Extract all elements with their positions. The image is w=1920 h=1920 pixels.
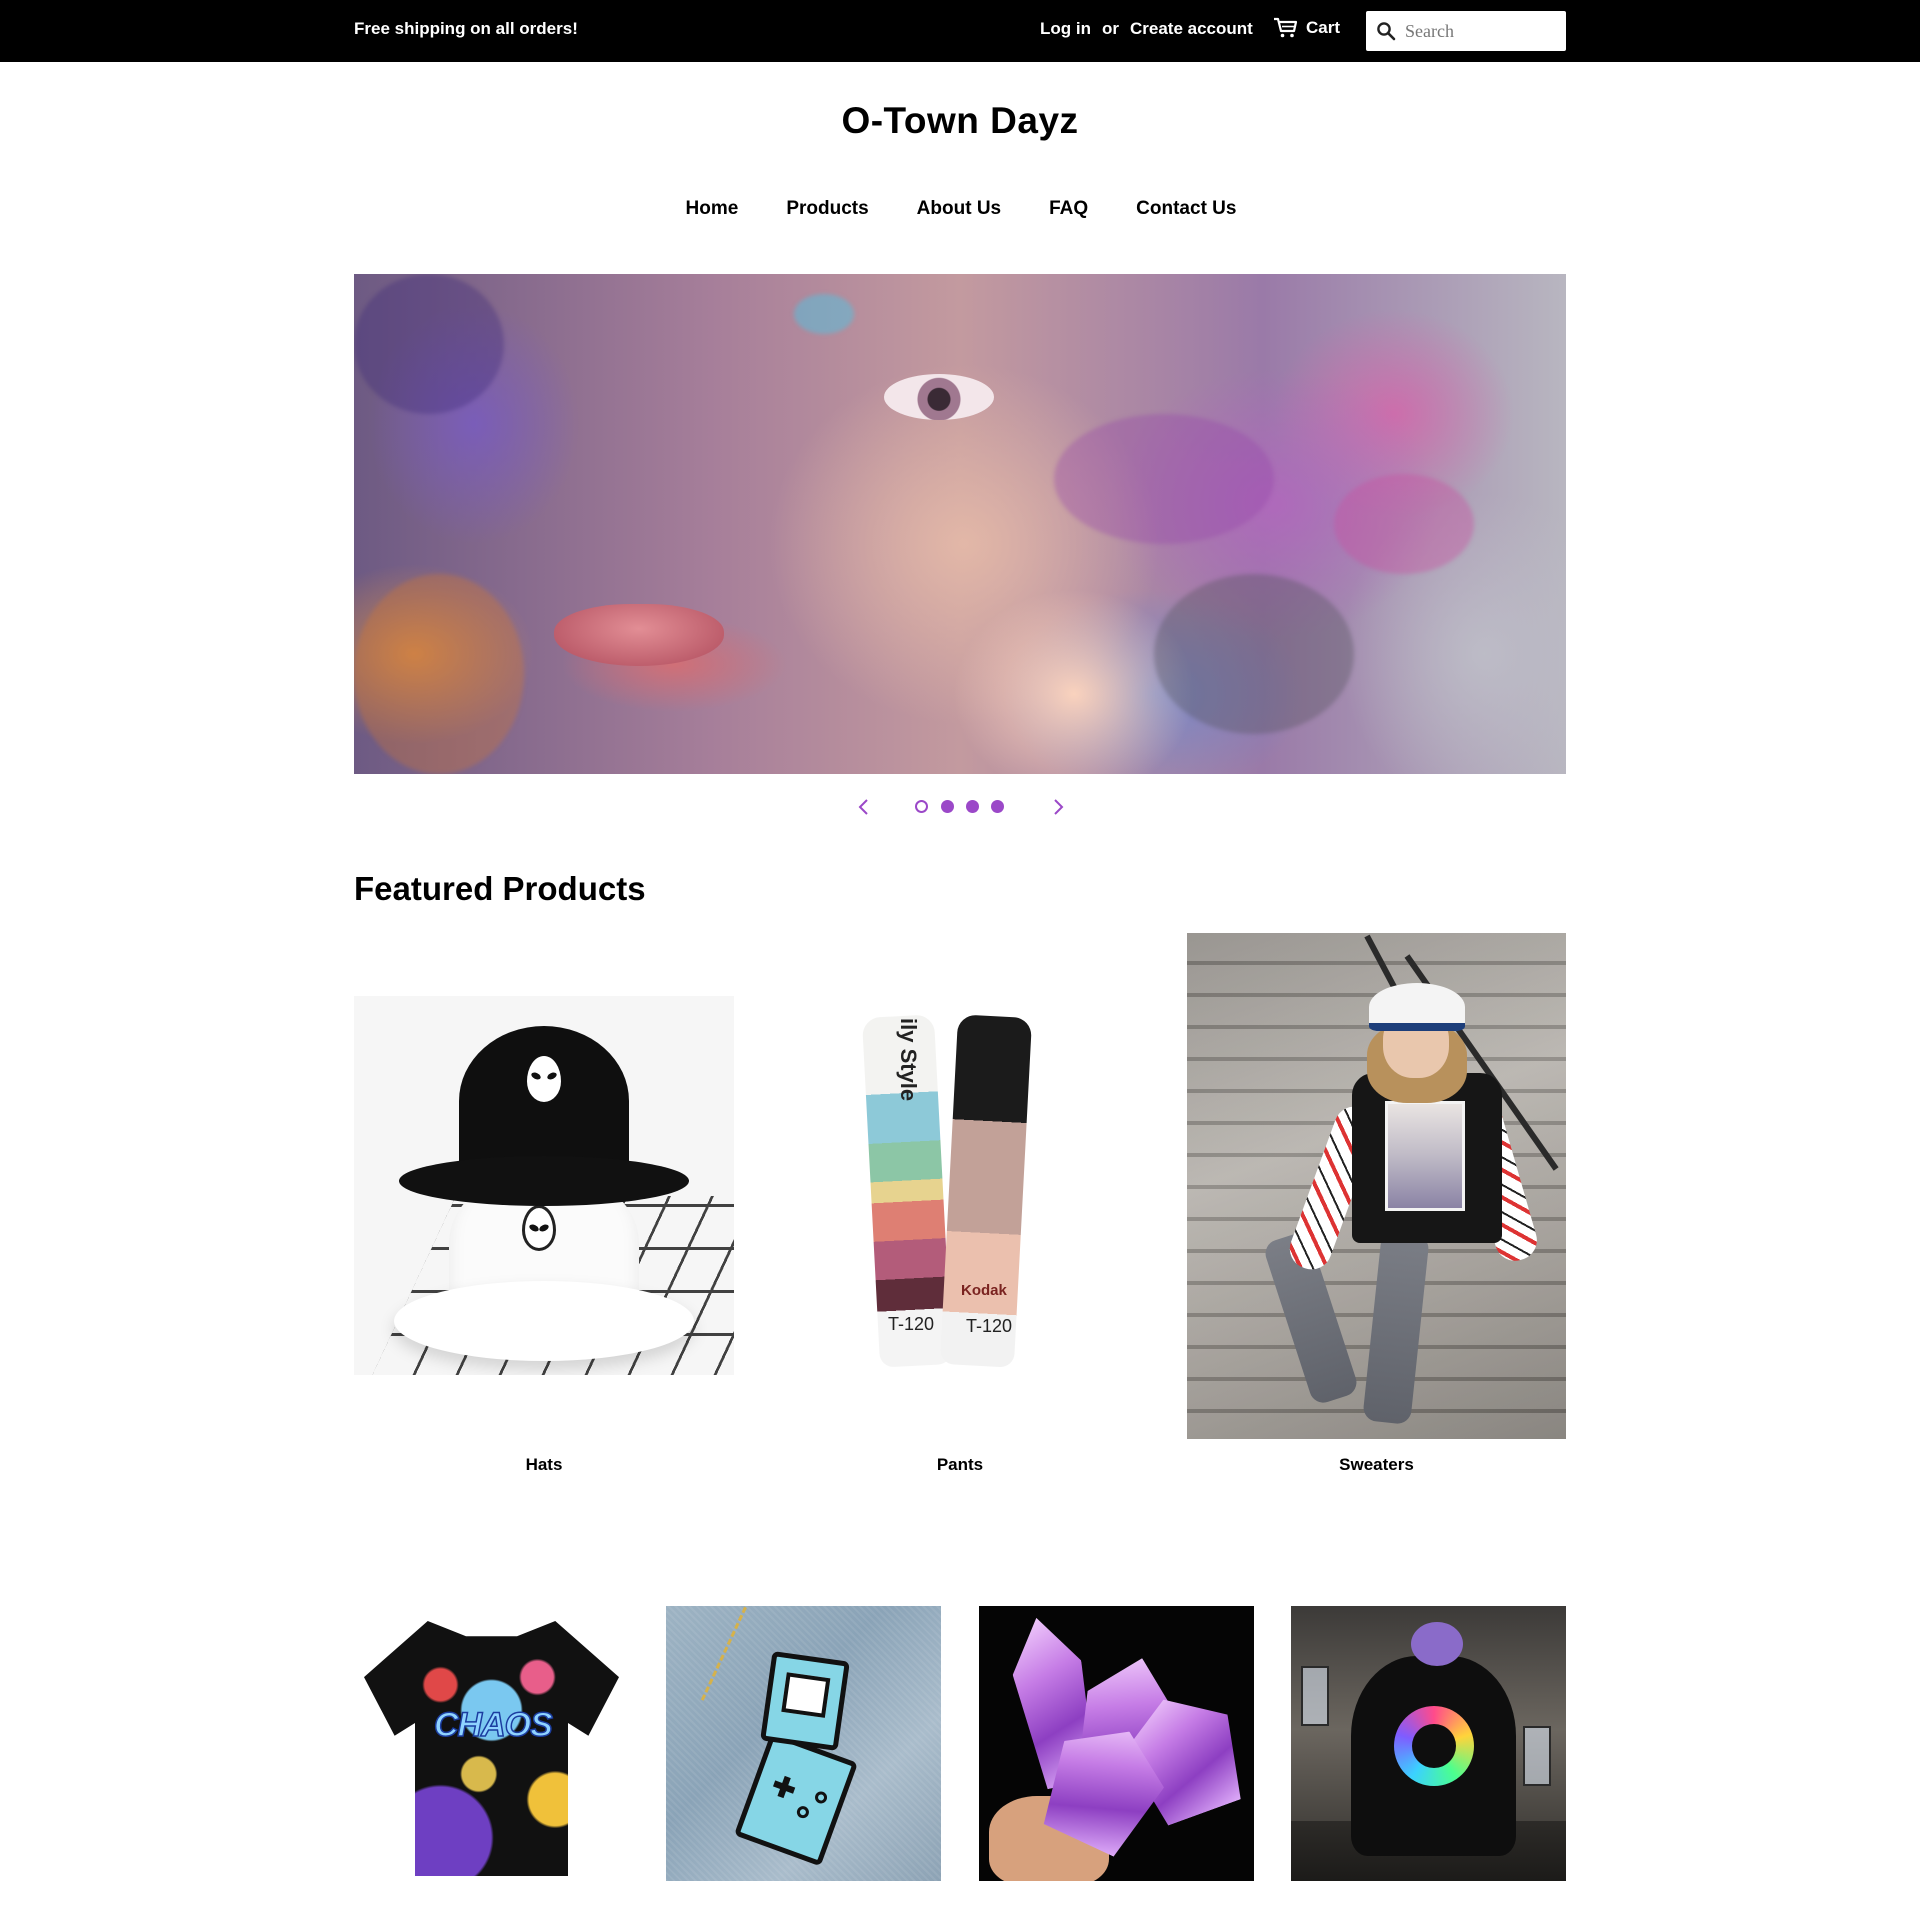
tees-image[interactable]: CHAOS <box>354 1606 629 1881</box>
hero-texture <box>794 294 854 334</box>
nav-contact-us[interactable]: Contact Us <box>1136 198 1236 220</box>
alien-logo-icon <box>522 1205 556 1251</box>
pants-tag-right: T-120 <box>966 1316 1013 1336</box>
pants-right-leg <box>939 1014 1033 1368</box>
hero-texture <box>354 574 524 774</box>
console-button <box>795 1804 811 1820</box>
hero-texture <box>1154 574 1354 734</box>
chevron-right-icon[interactable] <box>1046 795 1070 819</box>
nav-faq[interactable]: FAQ <box>1049 198 1088 220</box>
cart-link[interactable]: Cart <box>1273 17 1340 39</box>
handheld-console-pin-lid <box>760 1651 850 1751</box>
tee-print-text: CHAOS <box>433 1705 553 1745</box>
search-icon[interactable] <box>1376 21 1396 41</box>
pants-brand-print: Kodak <box>961 1282 1007 1299</box>
hero-slide-image[interactable] <box>354 274 1566 774</box>
slide-dot-3[interactable] <box>966 800 979 813</box>
building-window <box>1523 1726 1551 1786</box>
black-bucket-hat <box>399 1026 689 1206</box>
main-navigation: Home Products About Us FAQ Contact Us <box>0 198 1920 220</box>
pants-print-text: ily Style <box>896 1018 921 1102</box>
console-screen <box>781 1672 831 1718</box>
slideshow-controls <box>0 795 1920 819</box>
pants-image[interactable]: ily Style Kodak T-120 T-120 <box>771 996 1149 1375</box>
featured-products-heading: Featured Products <box>354 870 646 907</box>
site-title[interactable]: O-Town Dayz <box>0 100 1920 142</box>
building-window <box>1301 1666 1329 1726</box>
hero-texture <box>1334 474 1474 574</box>
cart-icon <box>1274 17 1298 38</box>
slide-dot-2[interactable] <box>941 800 954 813</box>
halo-and-product-image[interactable] <box>1291 1606 1566 1881</box>
holographic-print <box>1394 1706 1474 1786</box>
hero-texture <box>1054 414 1274 544</box>
or-separator: or <box>1101 19 1119 38</box>
product-card-hats[interactable]: Hats <box>354 933 734 1479</box>
search-input[interactable] <box>1405 20 1555 42</box>
slide-dot-1[interactable] <box>915 800 928 813</box>
sweaters-image[interactable] <box>1187 933 1566 1439</box>
pants-tag-left: T-120 <box>888 1314 935 1334</box>
product-label[interactable]: Sweaters <box>1187 1455 1566 1475</box>
product-label[interactable]: Hats <box>354 1455 734 1475</box>
nav-home[interactable]: Home <box>686 198 739 220</box>
hero-eye <box>884 374 994 420</box>
hero-texture <box>354 274 504 414</box>
product-card-sweaters[interactable]: Sweaters <box>1187 933 1566 1479</box>
graphic-tee <box>364 1621 619 1876</box>
account-links: Log in or Create account <box>1040 19 1253 39</box>
person-cap <box>1369 983 1465 1031</box>
hats-image[interactable] <box>354 996 734 1375</box>
product-card-pants[interactable]: ily Style Kodak T-120 T-120 Pants <box>771 933 1149 1479</box>
dpad-icon: ✚ <box>767 1769 801 1807</box>
top-announcement-bar: Free shipping on all orders! Log in or C… <box>0 0 1920 62</box>
product-label[interactable]: Pants <box>771 1455 1149 1475</box>
alien-logo-icon <box>527 1056 561 1102</box>
person-cap <box>1411 1622 1463 1666</box>
create-account-link[interactable]: Create account <box>1130 19 1253 39</box>
slide-dot-4[interactable] <box>991 800 1004 813</box>
nav-about-us[interactable]: About Us <box>917 198 1001 220</box>
accessories-image[interactable] <box>979 1606 1254 1881</box>
search-box <box>1366 11 1566 51</box>
login-link[interactable]: Log in <box>1040 19 1091 39</box>
nav-products[interactable]: Products <box>786 198 868 220</box>
hero-lips <box>554 604 724 666</box>
console-button <box>813 1789 829 1806</box>
chevron-left-icon[interactable] <box>852 795 876 819</box>
shirt-graphic <box>1385 1101 1465 1211</box>
free-shipping-banner: Free shipping on all orders! <box>354 19 578 38</box>
pins-image[interactable]: ✚ <box>666 1606 941 1881</box>
cart-label: Cart <box>1306 18 1341 37</box>
